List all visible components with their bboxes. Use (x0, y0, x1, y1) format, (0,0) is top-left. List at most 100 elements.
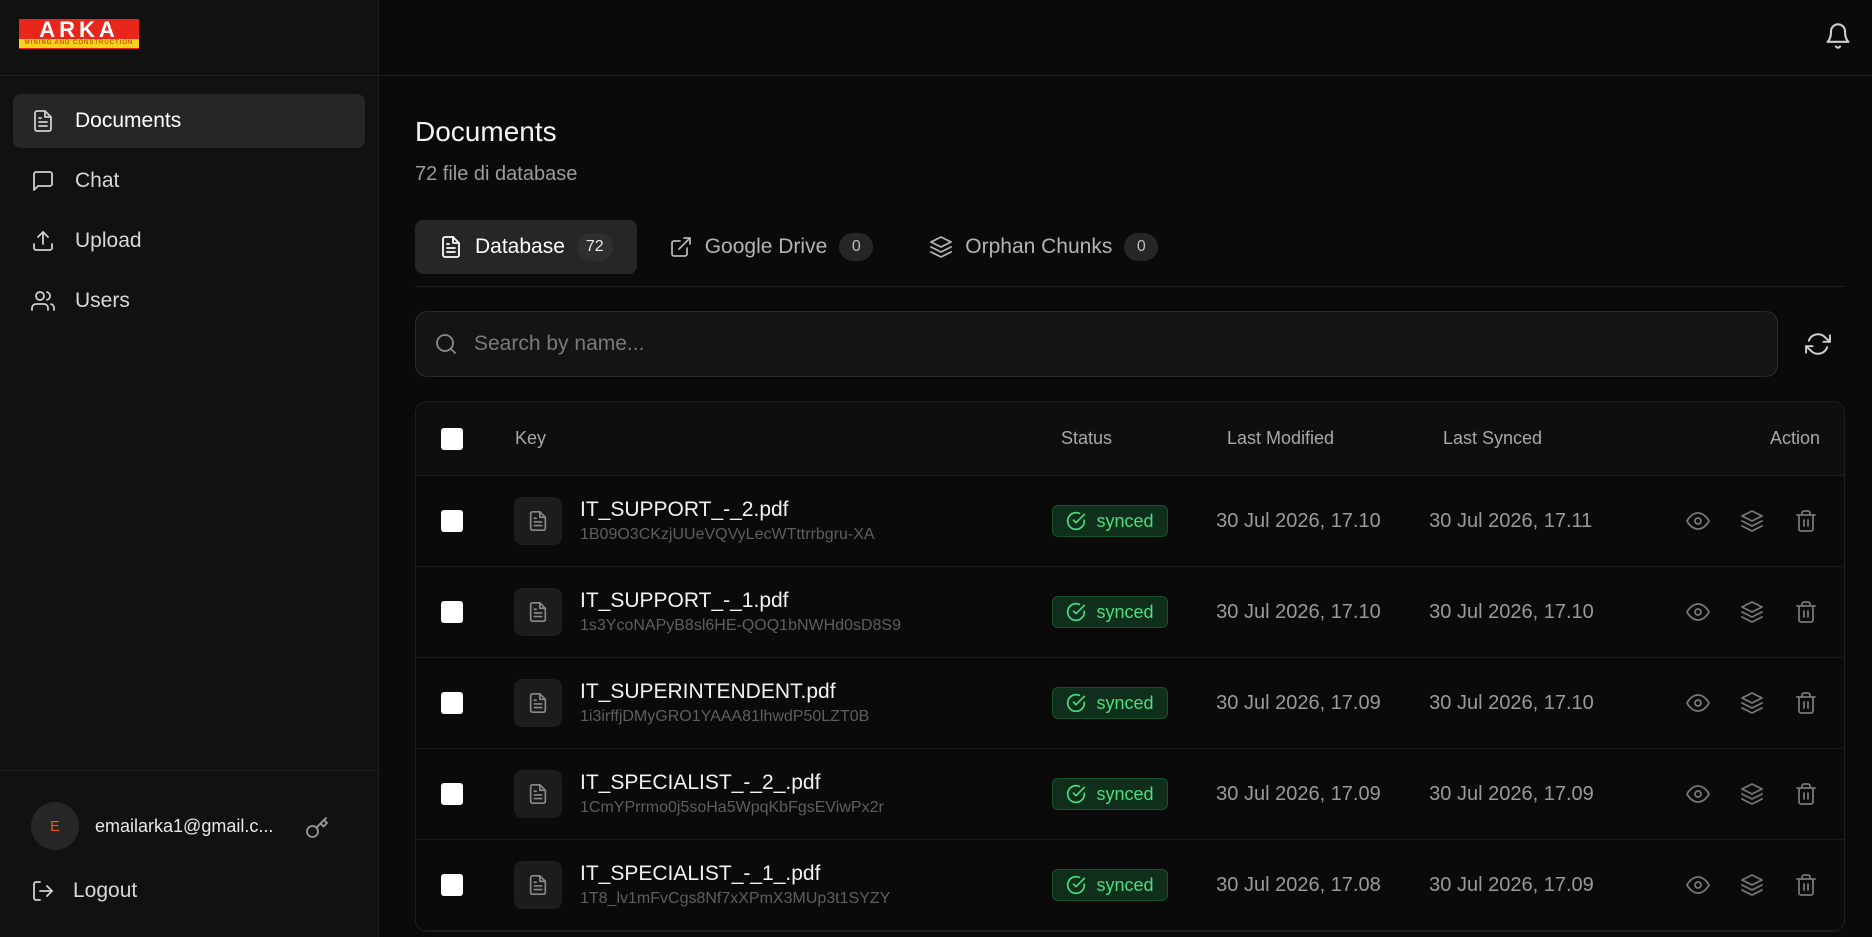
last-modified: 30 Jul 2026, 17.08 (1216, 873, 1381, 896)
file-name: IT_SUPPORT_-_2.pdf (579, 498, 789, 521)
sidebar: ARKA MINING AND CONSTRUCTION Documents C… (0, 0, 379, 937)
log-out-icon (31, 879, 55, 903)
sidebar-item-label: Documents (75, 109, 182, 132)
check-circle-icon (1067, 693, 1086, 713)
tab-database[interactable]: Database 72 (415, 220, 637, 274)
status-label: synced (1096, 601, 1154, 622)
status-badge: synced (1052, 687, 1168, 719)
column-header-last-modified[interactable]: Last Modified (1227, 428, 1443, 449)
layers-icon[interactable] (1740, 873, 1764, 897)
status-badge: synced (1052, 505, 1168, 537)
layers-icon[interactable] (1740, 600, 1764, 624)
sidebar-item-chat[interactable]: Chat (13, 154, 365, 208)
column-header-last-synced[interactable]: Last Synced (1443, 428, 1673, 449)
trash-icon[interactable] (1794, 782, 1818, 806)
sidebar-item-documents[interactable]: Documents (13, 94, 365, 148)
status-badge: synced (1052, 778, 1168, 810)
table-header: Key Status Last Modified Last Synced Act… (416, 402, 1844, 476)
row-checkbox[interactable] (441, 510, 463, 532)
table-row[interactable]: IT_SPECIALIST_-_2_.pdf 1CmYPrrmo0j5soHa5… (416, 749, 1844, 840)
check-circle-icon (1067, 784, 1086, 804)
file-name: IT_SUPERINTENDENT.pdf (579, 680, 836, 703)
file-name: IT_SUPPORT_-_1.pdf (579, 589, 789, 612)
key-cell: IT_SUPERINTENDENT.pdf 1i3irffjDMyGRO1YAA… (513, 679, 1052, 727)
sidebar-nav: Documents Chat Upload Users (0, 76, 378, 352)
user-profile: E emailarka1@gmail.c... (31, 802, 285, 850)
status-cell: synced (1052, 778, 1216, 810)
search-icon (434, 332, 458, 356)
last-synced: 30 Jul 2026, 17.11 (1429, 509, 1593, 532)
trash-icon[interactable] (1794, 600, 1818, 624)
tab-orphan-chunks[interactable]: Orphan Chunks 0 (905, 220, 1182, 274)
row-check-cell (416, 692, 514, 714)
eye-icon[interactable] (1686, 691, 1710, 715)
status-badge: synced (1052, 596, 1168, 628)
key-icon[interactable] (305, 816, 329, 840)
search-input[interactable] (474, 332, 1674, 356)
layers-icon (929, 235, 953, 259)
column-header-action: Action (1769, 428, 1820, 448)
refresh-icon[interactable] (1805, 331, 1831, 357)
documents-table: Key Status Last Modified Last Synced Act… (415, 401, 1845, 932)
logo-text: ARKA (39, 17, 119, 42)
column-header-key[interactable]: Key (515, 428, 1061, 449)
last-synced: 30 Jul 2026, 17.10 (1429, 600, 1594, 623)
layers-icon[interactable] (1740, 691, 1764, 715)
trash-icon[interactable] (1794, 509, 1818, 533)
sidebar-footer: E emailarka1@gmail.c... Logout (0, 770, 379, 937)
row-actions (1656, 782, 1844, 806)
file-icon (513, 770, 562, 818)
bell-icon[interactable] (1824, 22, 1852, 50)
table-row[interactable]: IT_SPECIALIST_-_1_.pdf 1T8_lv1mFvCgs8Nf7… (416, 840, 1844, 931)
tab-google-drive[interactable]: Google Drive 0 (645, 220, 898, 274)
file-name: IT_SPECIALIST_-_1_.pdf (579, 862, 821, 885)
upload-icon (31, 229, 55, 253)
layers-icon[interactable] (1740, 509, 1764, 533)
row-checkbox[interactable] (441, 874, 463, 896)
status-label: synced (1096, 692, 1154, 713)
sidebar-item-users[interactable]: Users (13, 274, 365, 328)
logo-area: ARKA MINING AND CONSTRUCTION (0, 0, 378, 76)
table-row[interactable]: IT_SUPPORT_-_1.pdf 1s3YcoNAPyB8sl6HE-QOQ… (416, 567, 1844, 658)
message-square-icon (31, 169, 55, 193)
count-badge: 72 (576, 233, 613, 261)
count-badge: 0 (839, 233, 874, 261)
trash-icon[interactable] (1794, 873, 1818, 897)
last-synced: 30 Jul 2026, 17.10 (1429, 691, 1594, 714)
file-name: IT_SPECIALIST_-_2_.pdf (579, 771, 821, 794)
eye-icon[interactable] (1686, 782, 1710, 806)
sidebar-item-upload[interactable]: Upload (13, 214, 365, 268)
row-actions (1656, 600, 1844, 624)
status-label: synced (1096, 510, 1154, 531)
search-row (415, 311, 1845, 377)
table-row[interactable]: IT_SUPERINTENDENT.pdf 1i3irffjDMyGRO1YAA… (416, 658, 1844, 749)
external-link-icon (669, 235, 693, 259)
key-cell: IT_SUPPORT_-_2.pdf 1B09O3CKzjUUeVQVyLecW… (513, 497, 1052, 545)
table-row[interactable]: IT_SUPPORT_-_2.pdf 1B09O3CKzjUUeVQVyLecW… (416, 476, 1844, 567)
layers-icon[interactable] (1740, 782, 1764, 806)
row-checkbox[interactable] (441, 601, 463, 623)
key-cell: IT_SPECIALIST_-_2_.pdf 1CmYPrrmo0j5soHa5… (513, 770, 1052, 818)
logout-label: Logout (73, 879, 138, 902)
eye-icon[interactable] (1686, 509, 1710, 533)
row-checkbox[interactable] (441, 692, 463, 714)
logout-button[interactable]: Logout (31, 879, 137, 903)
select-all-checkbox[interactable] (441, 427, 463, 450)
check-circle-icon (1067, 511, 1086, 531)
file-icon (513, 679, 562, 727)
row-actions (1656, 873, 1844, 897)
check-circle-icon (1067, 875, 1086, 895)
tab-label: Database (475, 235, 565, 258)
eye-icon[interactable] (1686, 873, 1710, 897)
trash-icon[interactable] (1794, 691, 1818, 715)
table-body: IT_SUPPORT_-_2.pdf 1B09O3CKzjUUeVQVyLecW… (416, 476, 1844, 931)
status-cell: synced (1052, 869, 1216, 901)
file-icon (513, 588, 562, 636)
row-check-cell (416, 510, 514, 532)
column-header-status[interactable]: Status (1061, 428, 1227, 449)
last-modified: 30 Jul 2026, 17.09 (1216, 691, 1381, 714)
status-badge: synced (1052, 869, 1168, 901)
row-checkbox[interactable] (441, 783, 463, 805)
eye-icon[interactable] (1686, 600, 1710, 624)
brand-logo[interactable]: ARKA MINING AND CONSTRUCTION (19, 19, 139, 49)
